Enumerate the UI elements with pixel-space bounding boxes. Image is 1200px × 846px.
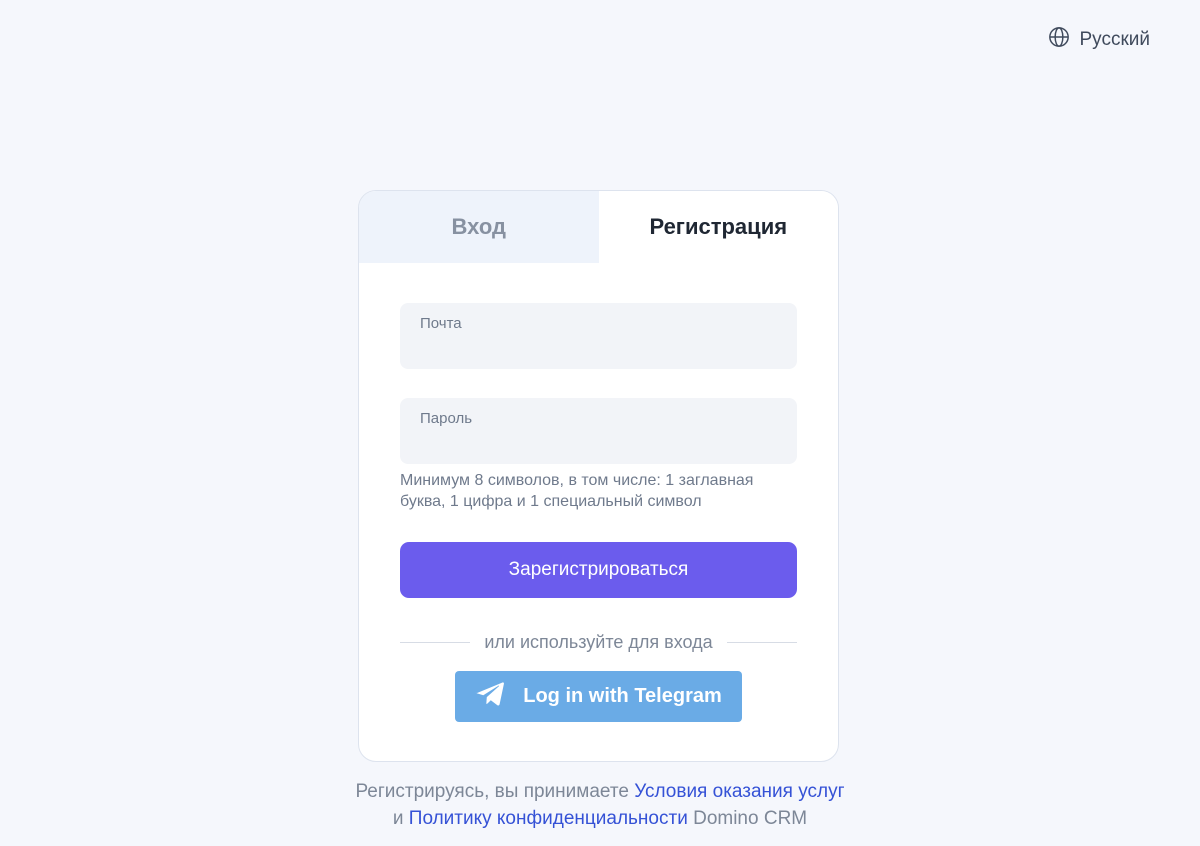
terms-of-service-link[interactable]: Условия оказания услуг	[634, 781, 844, 802]
tab-register[interactable]: Регистрация	[598, 191, 838, 263]
password-label: Пароль	[420, 410, 473, 427]
globe-icon	[1048, 26, 1070, 54]
telegram-login-label: Log in with Telegram	[523, 685, 722, 707]
divider-line-right	[726, 642, 798, 643]
terms-and: и	[392, 808, 404, 829]
password-field[interactable]: Пароль	[400, 398, 797, 464]
auth-card: Вход Регистрация Почта Пароль Минимум 8 …	[358, 190, 839, 762]
alt-login-divider: или используйте для входа	[400, 632, 798, 653]
telegram-login-button[interactable]: Log in with Telegram	[455, 671, 742, 722]
register-form: Почта Пароль Минимум 8 символов, в том ч…	[359, 263, 838, 722]
privacy-policy-link[interactable]: Политику конфиденциальности	[409, 808, 688, 829]
divider-line-left	[400, 642, 471, 643]
email-input[interactable]	[420, 341, 777, 359]
language-label: Русский	[1079, 29, 1151, 50]
terms-notice: Регистрируясь, вы принимаете Условия ока…	[0, 778, 1200, 832]
terms-prefix: Регистрируясь, вы принимаете	[355, 781, 629, 802]
divider-text: или используйте для входа	[484, 632, 713, 652]
terms-suffix: Domino CRM	[693, 808, 808, 829]
language-selector[interactable]: Русский	[1048, 26, 1151, 54]
telegram-icon	[475, 681, 505, 713]
password-hint: Минимум 8 символов, в том числе: 1 загла…	[400, 472, 754, 510]
telegram-login-wrapper: Log in with Telegram	[400, 671, 797, 722]
auth-tabs: Вход Регистрация	[359, 191, 838, 263]
tab-login[interactable]: Вход	[359, 191, 599, 263]
register-button[interactable]: Зарегистрироваться	[400, 542, 797, 598]
email-label: Почта	[420, 315, 462, 332]
email-field[interactable]: Почта	[400, 303, 797, 369]
password-input[interactable]	[420, 436, 777, 454]
